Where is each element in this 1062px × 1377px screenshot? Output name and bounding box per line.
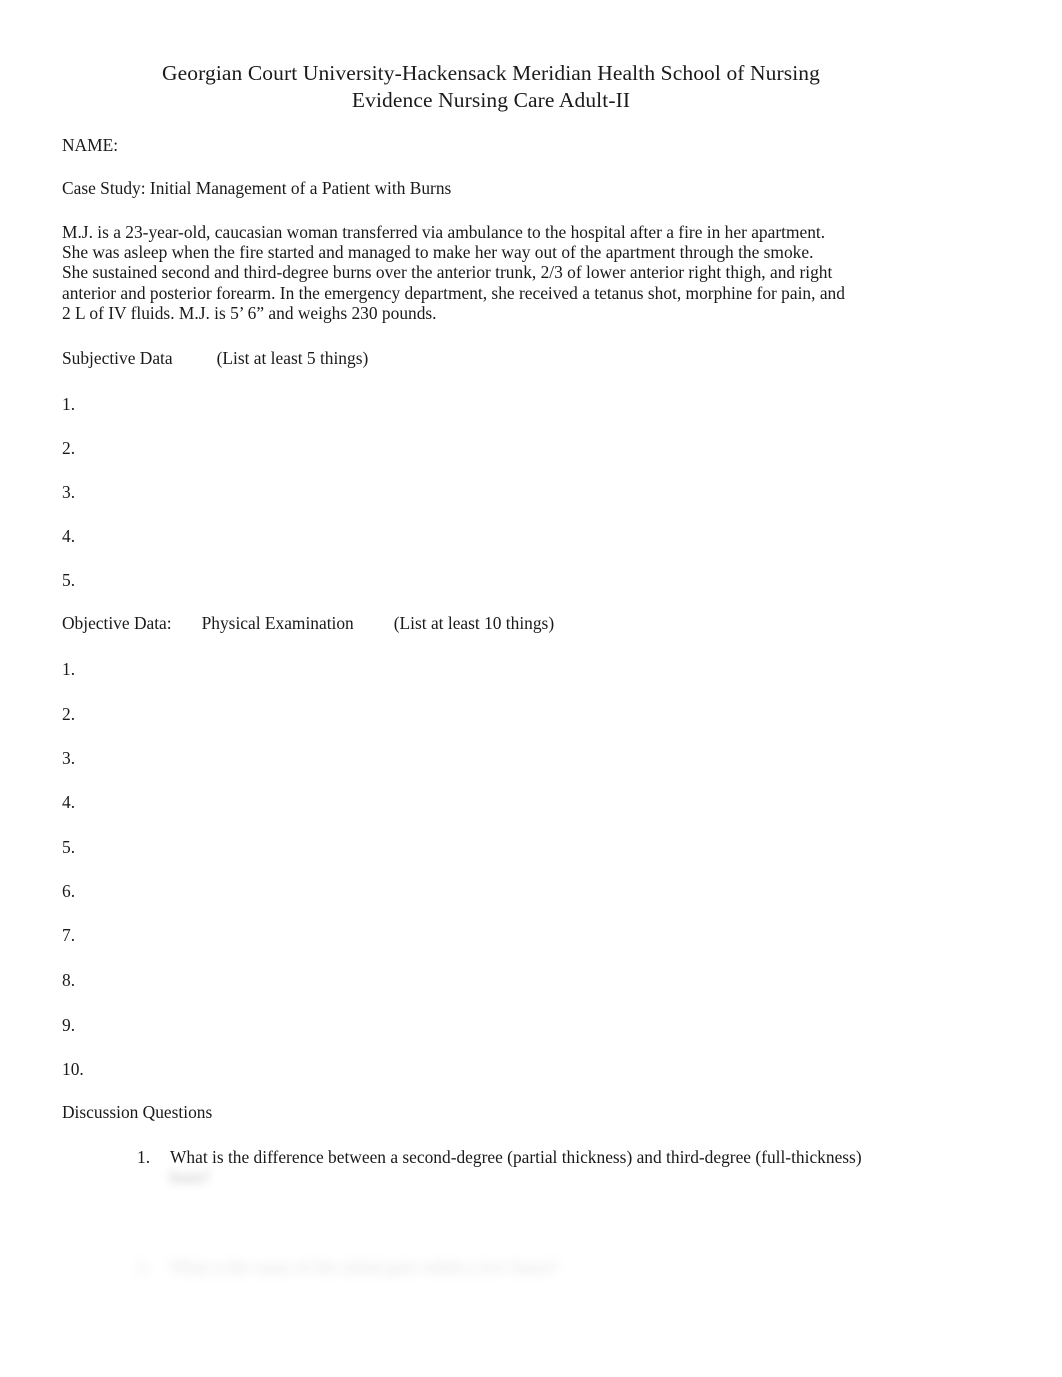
objective-item-4[interactable]: 4. bbox=[62, 792, 75, 812]
case-study-title: Case Study: Initial Management of a Pati… bbox=[62, 178, 452, 198]
subjective-data-instruction: (List at least 5 things) bbox=[216, 348, 369, 368]
page-title: Georgian Court University-Hackensack Mer… bbox=[62, 60, 920, 113]
question-1-continuation: burn? bbox=[170, 1167, 210, 1188]
scenario-line-5: 2 L of IV fluids. M.J. is 5’ 6” and weig… bbox=[62, 302, 437, 323]
objective-item-8[interactable]: 8. bbox=[62, 970, 75, 990]
case-scenario-paragraph: M.J. is a 23-year-old, caucasian woman t… bbox=[62, 222, 862, 323]
objective-data-label: Objective Data: bbox=[62, 613, 172, 633]
question-2-number: 2. bbox=[137, 1257, 151, 1277]
objective-item-6[interactable]: 6. bbox=[62, 881, 75, 901]
objective-item-1[interactable]: 1. bbox=[62, 659, 75, 679]
objective-item-5[interactable]: 5. bbox=[62, 837, 75, 857]
name-field-label: NAME: bbox=[62, 135, 119, 155]
objective-item-10[interactable]: 10. bbox=[62, 1059, 84, 1079]
question-1-number: 1. bbox=[137, 1147, 151, 1167]
document-page: Georgian Court University-Hackensack Mer… bbox=[0, 0, 1062, 1377]
objective-data-subheading: Physical Examination bbox=[201, 613, 354, 633]
objective-item-9[interactable]: 9. bbox=[62, 1015, 75, 1035]
objective-item-3[interactable]: 3. bbox=[62, 748, 75, 768]
objective-item-7[interactable]: 7. bbox=[62, 925, 75, 945]
discussion-question-2: 2. What is the cause of the initial pain … bbox=[137, 1257, 897, 1277]
subjective-data-label: Subjective Data bbox=[62, 348, 173, 368]
subjective-item-5[interactable]: 5. bbox=[62, 570, 75, 590]
scenario-line-4: anterior and posterior forearm. In the e… bbox=[62, 282, 845, 303]
objective-item-2[interactable]: 2. bbox=[62, 704, 75, 724]
question-2-text: What is the cause of the initial pain wi… bbox=[170, 1257, 558, 1277]
scenario-line-1: M.J. is a 23-year-old, caucasian woman t… bbox=[62, 222, 826, 242]
scenario-line-2: She was asleep when the fire started and… bbox=[62, 242, 814, 263]
discussion-question-1: 1. What is the difference between a secon… bbox=[137, 1147, 897, 1187]
title-line-2: Evidence Nursing Care Adult-II bbox=[351, 88, 631, 112]
objective-data-instruction: (List at least 10 things) bbox=[393, 613, 555, 633]
objective-data-heading: Objective Data: Physical Examination (List… bbox=[62, 613, 554, 633]
subjective-item-2[interactable]: 2. bbox=[62, 438, 75, 458]
title-line-1: Georgian Court University-Hackensack Mer… bbox=[161, 61, 820, 85]
scenario-line-3: She sustained second and third-degree bu… bbox=[62, 262, 833, 283]
subjective-item-3[interactable]: 3. bbox=[62, 482, 75, 502]
subjective-data-heading: Subjective Data (List at least 5 things) bbox=[62, 348, 368, 368]
question-1-text: What is the difference between a second-… bbox=[170, 1147, 862, 1167]
subjective-item-4[interactable]: 4. bbox=[62, 526, 75, 546]
discussion-questions-heading: Discussion Questions bbox=[62, 1102, 213, 1122]
subjective-item-1[interactable]: 1. bbox=[62, 394, 75, 414]
